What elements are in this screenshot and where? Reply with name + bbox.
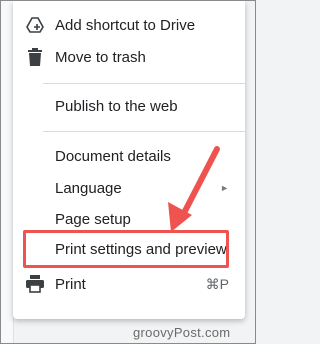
watermark-text: groovyPost.com xyxy=(133,325,231,340)
annotation-arrow-icon xyxy=(168,146,220,232)
screenshot-frame: Add shortcut to Drive Move to trash Publ… xyxy=(0,0,256,344)
